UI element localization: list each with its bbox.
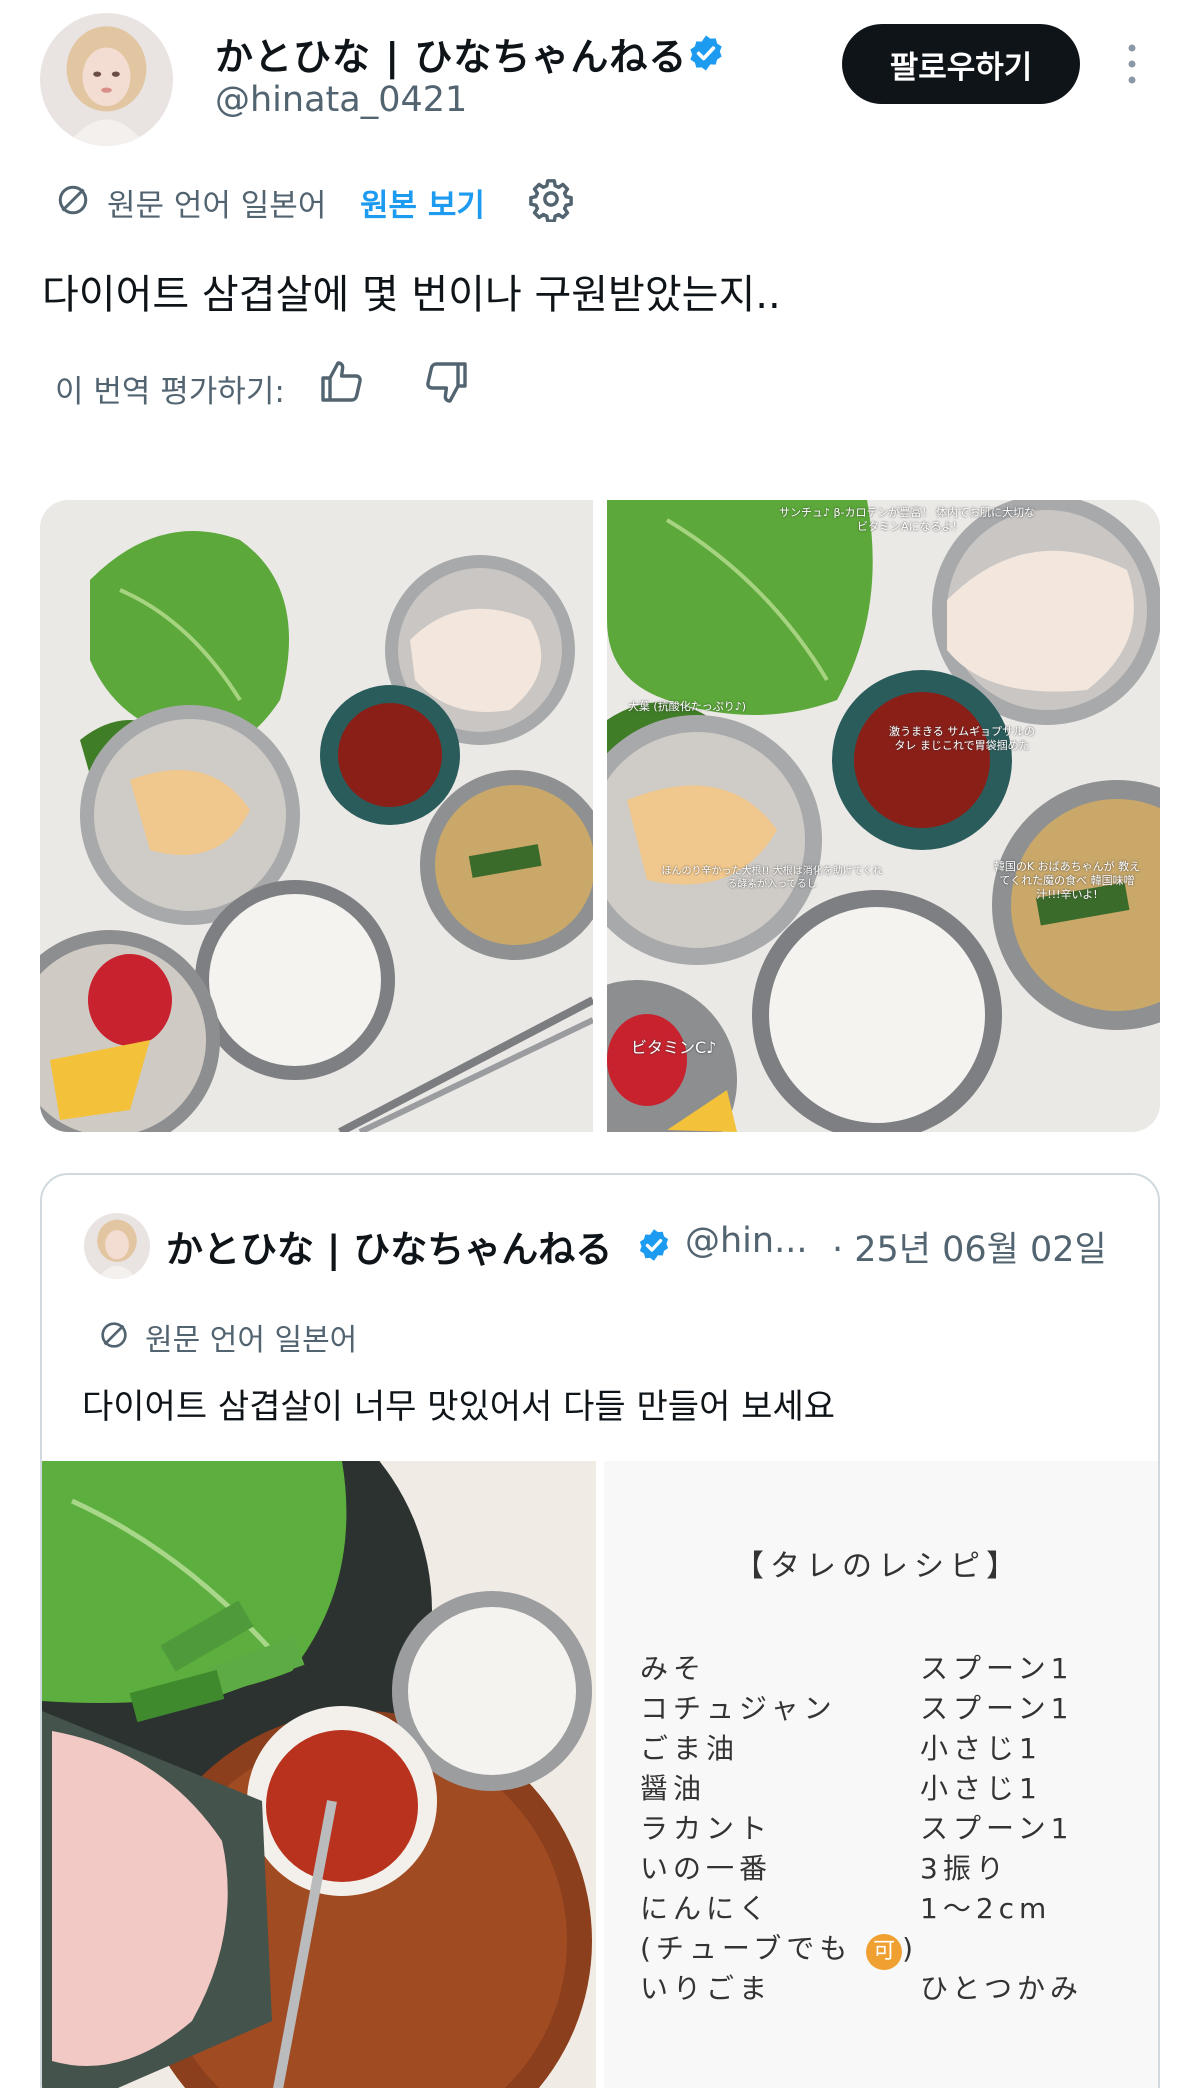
author-avatar[interactable] (40, 13, 173, 146)
follow-button[interactable]: 팔로우하기 (842, 24, 1080, 104)
quoted-author-handle: @hin... (685, 1221, 808, 1261)
recipe-row: ラカント スプーン1 (640, 1807, 1158, 1847)
recipe-ingredient: いりごま (640, 1972, 773, 2005)
recipe-amount: スプーン1 (920, 1812, 1074, 1845)
media-photo-meal-captioned[interactable]: サンチュ♪ β-カロテンが豊富！ 体内でお肌に大切なビタミンAになるよ! 大葉 … (607, 500, 1160, 1132)
recipe-amount: 小さじ1 (920, 1772, 1042, 1805)
recipe-row: 醤油 小さじ1 (640, 1767, 1158, 1807)
recipe-row: にんにく 1〜2cm (640, 1887, 1158, 1927)
recipe-row: コチュジャン スプーン1 (640, 1687, 1158, 1727)
translate-icon (101, 1322, 127, 1348)
quoted-author-avatar (84, 1213, 150, 1279)
thumbs-up-icon[interactable] (318, 358, 366, 406)
quoted-photo-meal[interactable] (42, 1461, 596, 2088)
recipe-amount: スプーン1 (920, 1652, 1074, 1685)
quoted-photo-recipe-note[interactable]: 【タレのレシピ】 みそ スプーン1 コチュジャン スプーン1 ごま油 小さじ1 … (604, 1461, 1158, 2088)
recipe-amount: 小さじ1 (920, 1732, 1042, 1765)
source-language-note: 원문 언어 일본어 (107, 188, 327, 224)
photo-caption-soup: 韓国のK おばあちゃんが 教えてくれた魔の食べ 韓国味噌汁!!!辛いよ! (993, 860, 1141, 901)
recipe-amount: 3振り (920, 1852, 1009, 1885)
author-handle[interactable]: @hinata_0421 (215, 80, 467, 120)
recipe-ingredient: コチュジャン (640, 1692, 837, 1725)
verified-badge-icon (690, 35, 722, 71)
recipe-title: 【タレのレシピ】 (734, 1549, 1022, 1584)
recipe-row: ごま油 小さじ1 (640, 1727, 1158, 1767)
quoted-tweet-text: 다이어트 삼겹살이 너무 맛있어서 다들 만들어 보세요 (82, 1387, 836, 1427)
photo-caption-sauce: 激うまきる サムギョプサルのタレ まじこれで胃袋掴めた (888, 725, 1036, 752)
recipe-ingredient: にんにく (640, 1892, 772, 1925)
thumbs-down-icon[interactable] (422, 358, 470, 406)
quoted-tweet-date: · 25년 06월 02일 (832, 1230, 1107, 1270)
translate-icon (58, 185, 88, 215)
recipe-badge: 可 (866, 1934, 903, 1970)
quoted-author-name: かとひな | ひなちゃんねる (166, 1228, 613, 1271)
tweet-text: 다이어트 삼겹살에 몇 번이나 구원받았는지.. (42, 272, 781, 318)
recipe-amount: スプーン1 (920, 1692, 1074, 1725)
recipe-ingredient: ごま油 (640, 1732, 740, 1765)
photo-caption-perilla: 大葉 (抗酸化たっぷり♪) (627, 700, 747, 713)
recipe-ingredient: 醤油 (640, 1772, 707, 1805)
photo-caption-fruit: ビタミンC♪ (631, 1038, 717, 1057)
recipe-ingredient: みそ (640, 1652, 707, 1685)
photo-caption-lettuce: サンチュ♪ β-カロテンが豊富！ 体内でお肌に大切なビタミンAになるよ! (778, 506, 1035, 533)
verified-badge-icon (639, 1229, 669, 1261)
rate-translation-label: 이 번역 평가하기: (55, 374, 285, 410)
recipe-ingredient: (チューブでも (640, 1932, 853, 1965)
recipe-paren-close: ) (902, 1932, 919, 1965)
recipe-row: いりごま ひとつかみ (640, 1967, 1158, 2007)
recipe-row: みそ スプーン1 (640, 1647, 1158, 1687)
recipe-ingredient: いの一番 (640, 1852, 773, 1885)
recipe-amount: ひとつかみ (920, 1972, 1084, 2005)
recipe-row: いの一番 3振り (640, 1847, 1158, 1887)
author-display-name[interactable]: かとひな | ひなちゃんねる (215, 26, 687, 81)
gear-icon[interactable] (528, 176, 574, 222)
recipe-row: (チューブでも 可) (640, 1927, 1158, 1970)
recipe-ingredient: ラカント (640, 1812, 773, 1845)
tweet-media-grid: サンチュ♪ β-カロテンが豊富！ 体内でお肌に大切なビタミンAになるよ! 大葉 … (40, 500, 1160, 1132)
recipe-amount: 1〜2cm (920, 1892, 1052, 1925)
quoted-source-language-note: 원문 언어 일본어 (145, 1323, 358, 1358)
photo-caption-radish: ほんのり辛かった大根!! 大根は消化を助けてくれる酵素が入ってるし (661, 866, 883, 890)
show-original-link[interactable]: 원본 보기 (360, 180, 485, 225)
quoted-media-grid: 【タレのレシピ】 みそ スプーン1 コチュジャン スプーン1 ごま油 小さじ1 … (42, 1461, 1158, 2088)
media-photo-meal[interactable] (40, 500, 593, 1132)
quoted-tweet-card[interactable]: かとひな | ひなちゃんねる @hin... · 25년 06월 02일 원문 … (40, 1173, 1160, 2088)
more-vertical-icon[interactable] (1120, 42, 1144, 86)
